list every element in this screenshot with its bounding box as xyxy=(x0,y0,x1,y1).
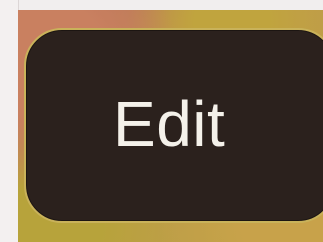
edit-button-label: Edit xyxy=(113,88,226,160)
left-edge-strip xyxy=(0,0,19,242)
